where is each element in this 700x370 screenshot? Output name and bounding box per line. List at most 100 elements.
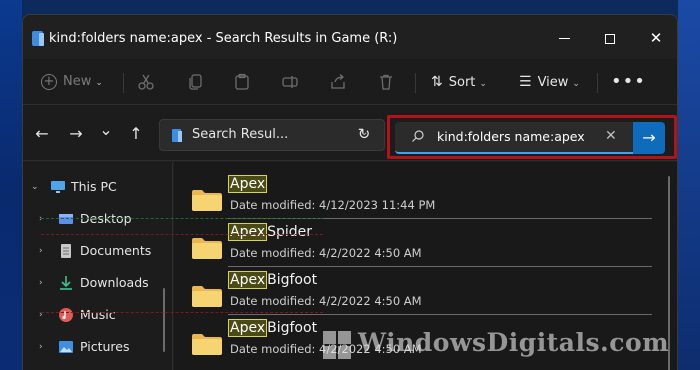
sidebar-item-label: Desktop xyxy=(80,211,132,226)
sidebar-scrollbar[interactable] xyxy=(163,288,165,352)
paste-button[interactable] xyxy=(233,73,251,91)
annotation-line xyxy=(41,312,323,313)
plus-icon: + xyxy=(41,73,57,90)
minimize-icon xyxy=(558,38,570,39)
sort-button[interactable]: ⇅ Sort ⌄ xyxy=(431,71,487,93)
maximize-button[interactable] xyxy=(587,23,633,53)
folder-icon xyxy=(192,238,222,259)
chevron-down-icon: ⌄ xyxy=(572,79,580,89)
back-button[interactable]: ← xyxy=(31,123,53,145)
match-highlight: Apex xyxy=(228,319,268,337)
result-item[interactable]: Apex Spider Date modified: 4/2/2022 4:50 … xyxy=(174,222,654,270)
sidebar-item-desktop[interactable]: › Desktop xyxy=(23,206,173,232)
match-highlight: Apex xyxy=(228,175,268,193)
result-name: Apex xyxy=(228,175,268,193)
result-name: Apex Bigfoot xyxy=(228,319,318,337)
chevron-down-icon: ⌄ xyxy=(99,120,113,139)
chevron-right-icon[interactable]: › xyxy=(39,334,49,360)
sidebar-item-documents[interactable]: › Documents xyxy=(23,238,173,264)
desktop-icon xyxy=(59,214,73,224)
result-name-rest: Bigfoot xyxy=(267,272,318,288)
toolbar-divider xyxy=(415,73,416,93)
back-arrow-icon: ← xyxy=(35,124,49,143)
up-arrow-icon: ↑ xyxy=(129,124,143,143)
sidebar-item-label: Music xyxy=(80,307,116,322)
annotation-line xyxy=(41,234,323,235)
result-date: Date modified: 4/12/2023 11:44 PM xyxy=(230,198,436,212)
delete-button[interactable] xyxy=(377,73,395,91)
view-icon: ☰ xyxy=(519,74,532,90)
copy-icon xyxy=(189,74,202,90)
search-box[interactable]: kind:folders name:apex ✕ xyxy=(395,122,633,154)
view-button[interactable]: ☰ View ⌄ xyxy=(519,71,580,93)
chevron-down-icon: ⌄ xyxy=(479,79,487,89)
title-bar[interactable]: kind:folders name:apex - Search Results … xyxy=(23,15,677,59)
more-options-button[interactable]: ••• xyxy=(611,71,646,93)
paste-icon xyxy=(235,73,249,90)
share-button[interactable] xyxy=(329,73,347,91)
result-item[interactable]: ApexBigfoot Date modified: 4/2/2022 4:50… xyxy=(174,270,654,318)
folder-icon xyxy=(192,286,222,307)
downloads-icon xyxy=(60,276,72,290)
delete-icon xyxy=(380,74,392,90)
navigation-pane: ⌄ This PC › Desktop › Documents › Downlo… xyxy=(23,162,173,370)
address-text: Search Resul... xyxy=(192,127,289,142)
arrow-right-icon: → xyxy=(642,128,656,147)
match-highlight: Apex xyxy=(228,223,268,241)
desktop-background-left xyxy=(0,0,22,370)
toolbar-divider xyxy=(123,73,124,93)
windows-logo-icon xyxy=(323,330,351,359)
sort-label: Sort xyxy=(448,75,476,90)
refresh-icon: ↻ xyxy=(357,125,371,143)
sidebar-item-this-pc[interactable]: ⌄ This PC xyxy=(23,174,173,200)
annotation-line xyxy=(41,218,323,219)
sidebar-item-label: This PC xyxy=(71,179,117,194)
file-explorer-icon xyxy=(32,31,44,46)
chevron-right-icon[interactable]: › xyxy=(39,270,49,296)
close-button[interactable]: ✕ xyxy=(633,23,677,53)
chevron-right-icon[interactable]: › xyxy=(39,238,49,264)
search-submit-button[interactable]: → xyxy=(633,122,665,154)
folder-icon xyxy=(192,190,222,211)
result-divider xyxy=(228,314,652,315)
clear-search-icon[interactable]: ✕ xyxy=(605,128,617,144)
result-name: Apex Spider xyxy=(228,223,313,241)
refresh-button[interactable]: ↻ xyxy=(355,125,373,143)
minimize-button[interactable] xyxy=(541,23,587,53)
address-bar[interactable]: Search Resul... ⌄ xyxy=(159,119,385,151)
maximize-icon xyxy=(605,33,615,44)
monitor-icon xyxy=(51,181,65,193)
copy-button[interactable] xyxy=(187,73,205,91)
chevron-down-icon[interactable]: ⌄ xyxy=(31,174,41,200)
recent-locations-button[interactable]: ⌄ xyxy=(95,119,117,141)
cut-icon xyxy=(138,74,154,90)
up-button[interactable]: ↑ xyxy=(125,123,147,145)
sidebar-item-pictures[interactable]: › Pictures xyxy=(23,334,173,360)
result-date: Date modified: 4/2/2022 4:50 AM xyxy=(230,294,422,308)
navigation-bar: ← → ⌄ ↑ Search Resul... ⌄ ↻ kind:folders… xyxy=(23,105,677,161)
sidebar-item-music[interactable]: › Music xyxy=(23,302,173,328)
sidebar-item-downloads[interactable]: › Downloads xyxy=(23,270,173,296)
new-button[interactable]: + New ⌄ xyxy=(41,71,103,93)
search-input[interactable]: kind:folders name:apex xyxy=(437,129,585,144)
chevron-right-icon[interactable]: › xyxy=(39,206,49,232)
cut-button[interactable] xyxy=(137,73,155,91)
sidebar-item-label: Downloads xyxy=(80,275,149,290)
result-name-rest: Bigfoot xyxy=(267,320,318,336)
result-date: Date modified: 4/2/2022 4:50 AM xyxy=(230,246,422,260)
search-folder-icon xyxy=(172,129,182,142)
music-icon xyxy=(59,308,73,322)
result-name-rest: Spider xyxy=(267,224,313,240)
sort-icon: ⇅ xyxy=(431,74,443,90)
rename-icon xyxy=(282,76,298,88)
window-title: kind:folders name:apex - Search Results … xyxy=(49,31,398,46)
chevron-right-icon[interactable]: › xyxy=(39,302,49,328)
forward-button[interactable]: → xyxy=(65,123,87,145)
toolbar-divider xyxy=(597,73,598,93)
rename-button[interactable] xyxy=(281,73,299,91)
result-name: Apex Bigfoot xyxy=(228,271,318,289)
result-item[interactable]: Apex Date modified: 4/12/2023 11:44 PM xyxy=(174,174,654,222)
pictures-icon xyxy=(59,341,73,353)
watermark-text: WindowsDigitals.com xyxy=(358,328,670,357)
desktop-background-right xyxy=(678,0,700,370)
